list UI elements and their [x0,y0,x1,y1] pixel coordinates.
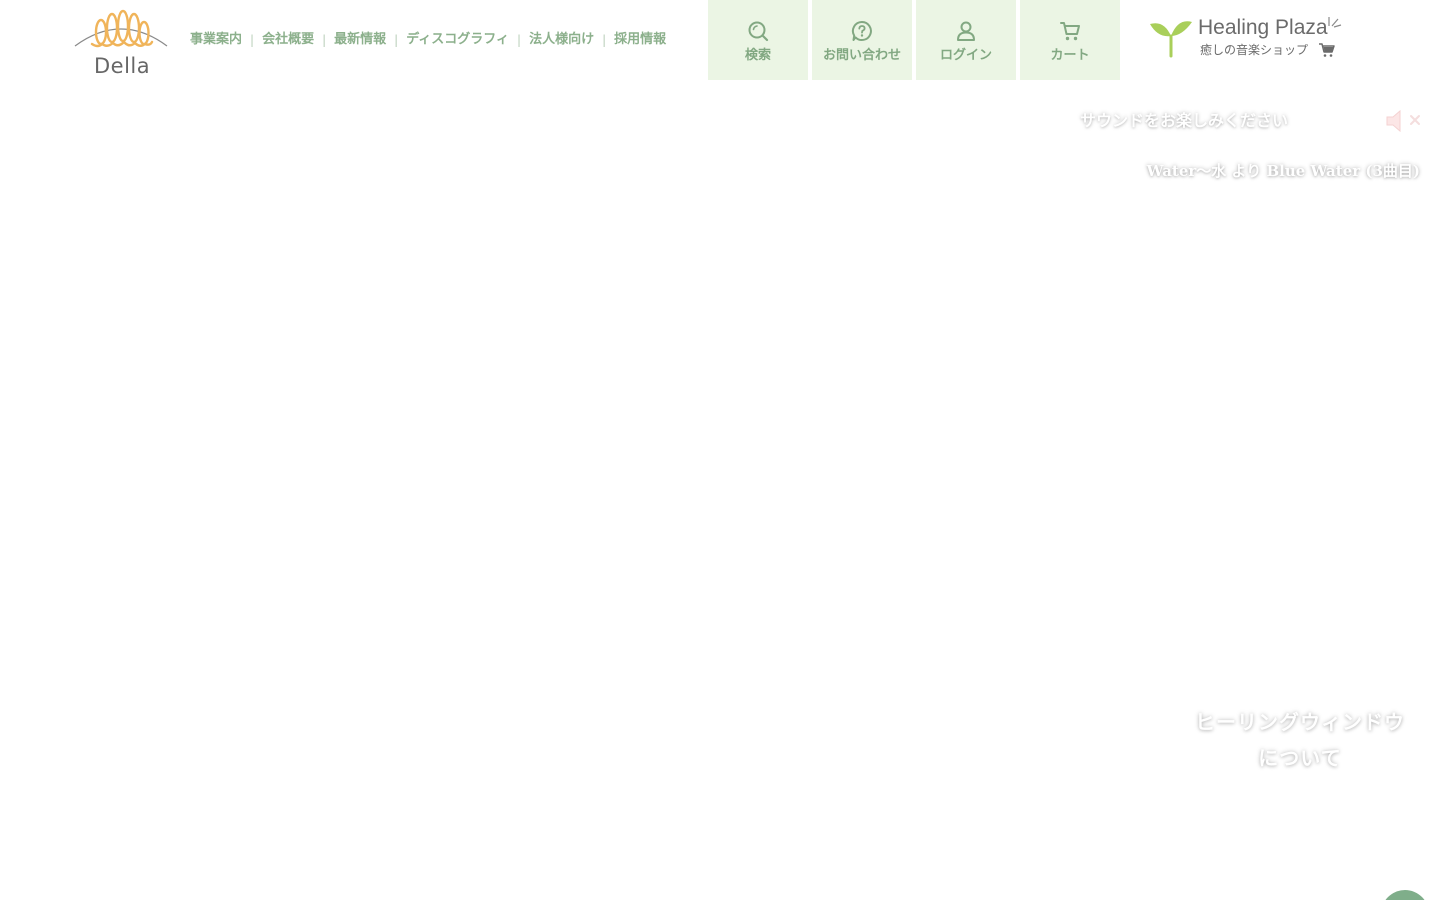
contact-button-label: お問い合わせ [822,48,901,63]
global-nav: 事業案内 | 会社概要 | 最新情報 | ディスコグラフィ | 法人様向け | … [186,30,670,50]
cart-icon [1319,43,1335,57]
arrow-up-icon [1381,890,1429,900]
search-button[interactable]: 検索 [708,0,808,80]
nav-link-corporate[interactable]: 法人様向け [525,30,598,50]
sound-prompt: サウンドをお楽しみください [1080,111,1289,130]
track-title: Water〜水 より Blue Water (3曲目) [1146,162,1420,180]
healing-window-link[interactable]: ヒーリングウィンドウ について [1190,704,1410,776]
page: Della 事業案内 | 会社概要 | 最新情報 | ディスコグラフィ | 法人… [0,0,1440,900]
sparkle-icon [1328,17,1342,28]
cart-icon [1060,22,1080,41]
cart-button[interactable]: カート [1020,0,1120,80]
utility-nav: 検索 お問い合わせ ログイン カート [708,0,1120,80]
speaker-muted-icon [1386,109,1420,133]
nav-link-discography[interactable]: ディスコグラフィ [402,30,513,50]
della-logo-swirl-icon [74,9,168,48]
healing-plaza-tagline: 癒しの音楽ショップ [1200,43,1309,57]
login-button-label: ログイン [939,48,992,63]
sound-toggle-button[interactable] [1384,108,1424,134]
healing-plaza-link[interactable]: Healing Plaza 癒しの音楽ショップ [1146,12,1346,62]
contact-button[interactable]: お問い合わせ [812,0,912,80]
nav-link-recruit[interactable]: 採用情報 [610,30,670,50]
healing-window-subtitle: について [1258,746,1342,770]
della-logo-text: Della [94,54,151,78]
login-button[interactable]: ログイン [916,0,1016,80]
nav-separator: | [322,33,327,47]
nav-link-business[interactable]: 事業案内 [186,30,246,50]
nav-separator: | [517,33,522,47]
nav-separator: | [250,33,255,47]
search-button-label: 検索 [744,48,771,63]
nav-separator: | [394,33,399,47]
nav-link-company[interactable]: 会社概要 [258,30,318,50]
nav-separator: | [602,33,607,47]
healing-window-title: ヒーリングウィンドウ [1195,710,1405,734]
della-logo[interactable]: Della [72,8,170,78]
question-icon [851,20,872,41]
user-icon [957,21,975,41]
search-icon [748,21,769,42]
page-top-button[interactable] [1381,890,1429,900]
nav-link-news[interactable]: 最新情報 [330,30,390,50]
cart-button-label: カート [1050,48,1090,63]
sprout-icon [1150,21,1192,58]
healing-plaza-name: Healing Plaza [1198,16,1328,39]
